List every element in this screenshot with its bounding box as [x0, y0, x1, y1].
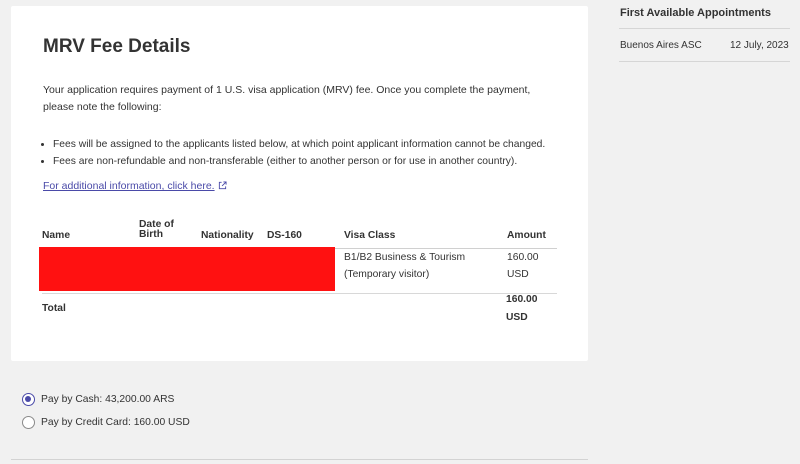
redacted-applicant-info — [39, 247, 335, 291]
pay-by-cash-label: Pay by Cash: 43,200.00 ARS — [41, 393, 175, 405]
amount-value: 160.00 — [507, 252, 539, 263]
column-header-visa-class: Visa Class — [344, 230, 396, 241]
visa-class-note: (Temporary visitor) — [344, 269, 430, 280]
total-amount-currency: USD — [506, 312, 528, 323]
column-header-dob-line2: Birth — [139, 229, 164, 240]
external-link-icon — [218, 181, 227, 190]
pay-by-cash-radio[interactable] — [22, 392, 35, 406]
column-header-nationality: Nationality — [201, 230, 254, 241]
pay-by-credit-card-radio[interactable] — [22, 415, 35, 429]
total-amount-value: 160.00 — [506, 294, 538, 305]
visa-class-cell: B1/B2 Business & Tourism (Temporary visi… — [344, 249, 465, 283]
sidebar-divider — [619, 61, 790, 62]
appointment-date: 12 July, 2023 — [730, 40, 789, 51]
intro-text: Your application requires payment of 1 U… — [43, 84, 531, 113]
additional-info-link-text: For additional information, click here. — [43, 180, 215, 192]
fee-notes-list: Fees will be assigned to the applicants … — [42, 136, 593, 170]
pay-by-credit-card-option[interactable]: Pay by Credit Card: 160.00 USD — [22, 414, 190, 430]
fee-note: Fees will be assigned to the applicants … — [53, 136, 593, 153]
total-label: Total — [42, 303, 66, 314]
amount-currency: USD — [507, 269, 529, 280]
pay-by-credit-card-label: Pay by Credit Card: 160.00 USD — [41, 416, 190, 428]
sidebar-divider — [619, 28, 790, 29]
amount-cell: 160.00 USD — [507, 249, 539, 283]
column-header-ds160: DS-160 — [267, 230, 302, 241]
pay-by-cash-option[interactable]: Pay by Cash: 43,200.00 ARS — [22, 391, 174, 407]
column-header-amount: Amount — [507, 230, 546, 241]
total-amount: 160.00 USD — [506, 291, 538, 327]
table-row-divider — [42, 293, 557, 294]
visa-class-name: B1/B2 Business & Tourism — [344, 252, 466, 263]
section-divider — [11, 459, 588, 460]
additional-info-link[interactable]: For additional information, click here. — [43, 180, 227, 192]
column-header-name: Name — [42, 230, 71, 241]
appointment-location: Buenos Aires ASC — [620, 40, 702, 51]
fee-note: Fees are non-refundable and non-transfer… — [53, 153, 593, 170]
appointments-title: First Available Appointments — [620, 7, 771, 19]
mrv-fee-card: MRV Fee Details Your application require… — [11, 6, 588, 361]
page-title: MRV Fee Details — [43, 36, 191, 57]
column-header-dob: Date of Birth — [139, 219, 174, 240]
